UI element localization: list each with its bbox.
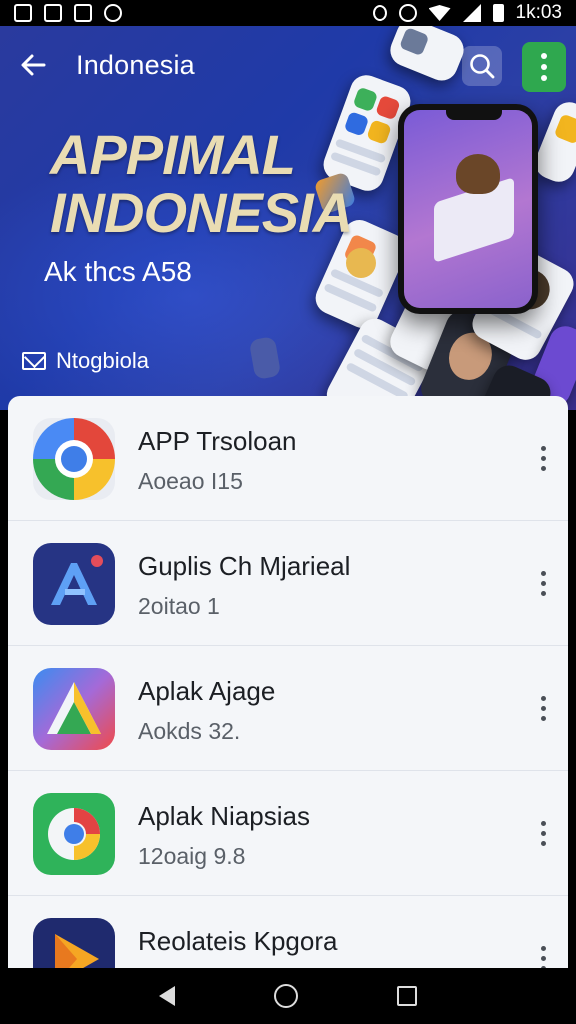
list-item[interactable]: Guplis Ch Mjarieal 2oitao 1: [8, 521, 568, 646]
app-name: Aplak Ajage: [138, 676, 276, 706]
green-chrome-app-icon: [33, 793, 115, 875]
item-menu-button[interactable]: [528, 815, 558, 851]
status-bar: 1k:03: [0, 0, 576, 26]
vibrate-icon: [372, 5, 387, 21]
back-button[interactable]: [18, 50, 48, 80]
list-item[interactable]: Aplak Niapsias 12oaig 9.8: [8, 771, 568, 896]
status-notifications: [14, 4, 122, 22]
app-bar: Indonesia: [0, 26, 576, 104]
more-vert-icon: [540, 820, 546, 846]
decor-bell-icon: [346, 248, 376, 278]
chrome-app-icon: [33, 418, 115, 500]
status-system: 1k:03: [372, 2, 562, 24]
more-vert-icon: [540, 695, 546, 721]
banner-subtitle: Ak thcs A58: [44, 256, 192, 287]
wifi-icon: [428, 5, 451, 21]
play-app-icon: [33, 918, 115, 968]
page-title: Indonesia: [76, 49, 195, 80]
signal-icon: [462, 4, 481, 22]
app-list: APP Trsoloan Aoeao I15 Guplis Ch Mjariea…: [8, 396, 568, 968]
banner-tag-link[interactable]: Ntogbiola: [22, 348, 149, 374]
banner-title-line1: APPIMAL: [50, 123, 296, 186]
photo-notification-icon: [74, 4, 92, 22]
list-item[interactable]: Reolateis Kpgora: [8, 896, 568, 968]
letter-a-app-icon: [33, 543, 115, 625]
decor-tool-icon: [248, 336, 282, 380]
app-name: APP Trsoloan: [138, 426, 297, 456]
app-detail: 2oitao 1: [138, 593, 220, 619]
hero-banner: Indonesia APPIMAL INDONESIA Ak thcs A58 …: [0, 26, 576, 410]
alarm-icon: [398, 4, 417, 22]
nav-home-button[interactable]: [273, 984, 298, 1008]
image-notification-icon: [14, 4, 32, 22]
sync-notification-icon: [104, 4, 122, 22]
triangle-app-icon: [33, 668, 115, 750]
system-nav-bar: [0, 968, 576, 1024]
app-detail: Aokds 32.: [138, 718, 241, 744]
more-vert-icon: [540, 570, 546, 596]
app-name: Guplis Ch Mjarieal: [138, 551, 351, 581]
battery-icon: [492, 4, 504, 22]
app-detail: Aoeao I15: [138, 468, 243, 494]
item-menu-button[interactable]: [528, 565, 558, 601]
arrow-left-icon: [21, 54, 46, 76]
banner-title: APPIMAL INDONESIA: [50, 123, 353, 244]
app-notification-icon: [44, 4, 62, 22]
nav-back-button[interactable]: [159, 986, 176, 1006]
item-menu-button[interactable]: [528, 940, 558, 968]
decor-main-phone: [398, 104, 538, 314]
app-name: Aplak Niapsias: [138, 801, 310, 831]
app-detail: 12oaig 9.8: [138, 843, 246, 869]
banner-tag-label: Ntogbiola: [56, 348, 149, 373]
item-menu-button[interactable]: [528, 440, 558, 476]
status-time: 1k:03: [515, 2, 562, 23]
more-vert-icon: [540, 945, 546, 968]
item-menu-button[interactable]: [528, 690, 558, 726]
list-item[interactable]: Aplak Ajage Aokds 32.: [8, 646, 568, 771]
more-vert-icon: [540, 445, 546, 471]
nav-recents-button[interactable]: [396, 986, 417, 1006]
banner-title-line2: INDONESIA: [50, 181, 353, 244]
app-name: Reolateis Kpgora: [138, 926, 338, 956]
list-item[interactable]: APP Trsoloan Aoeao I15: [8, 396, 568, 521]
mail-icon: [22, 352, 46, 370]
